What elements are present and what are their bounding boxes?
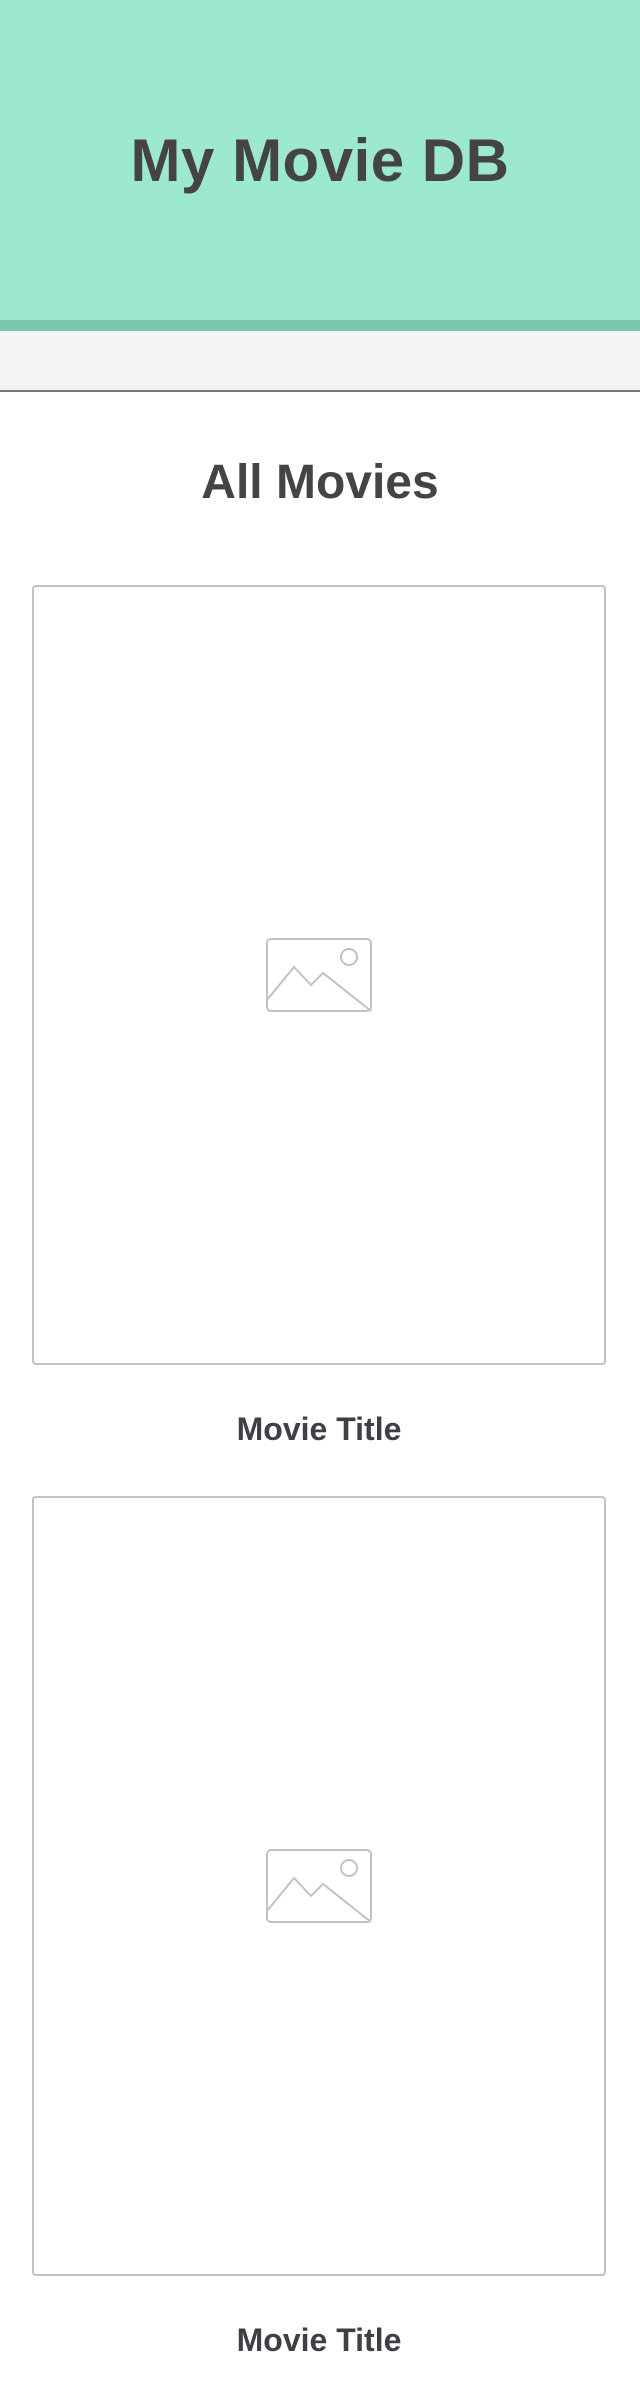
movie-card[interactable]: Movie Title [32,585,606,1449]
site-title: My Movie DB [130,126,510,194]
movie-list: Movie Title Movie Title [32,585,606,2407]
image-placeholder-icon [266,1849,372,1923]
movie-poster[interactable] [32,585,606,1365]
image-placeholder-icon [266,938,372,1012]
movie-poster[interactable] [32,1496,606,2276]
movie-card[interactable]: Movie Title [32,1496,606,2360]
movie-title[interactable]: Movie Title [32,2320,606,2360]
section-title: All Movies [201,456,439,509]
nav-bar [0,331,640,392]
movie-title[interactable]: Movie Title [32,1409,606,1449]
site-header: My Movie DB [0,0,640,331]
